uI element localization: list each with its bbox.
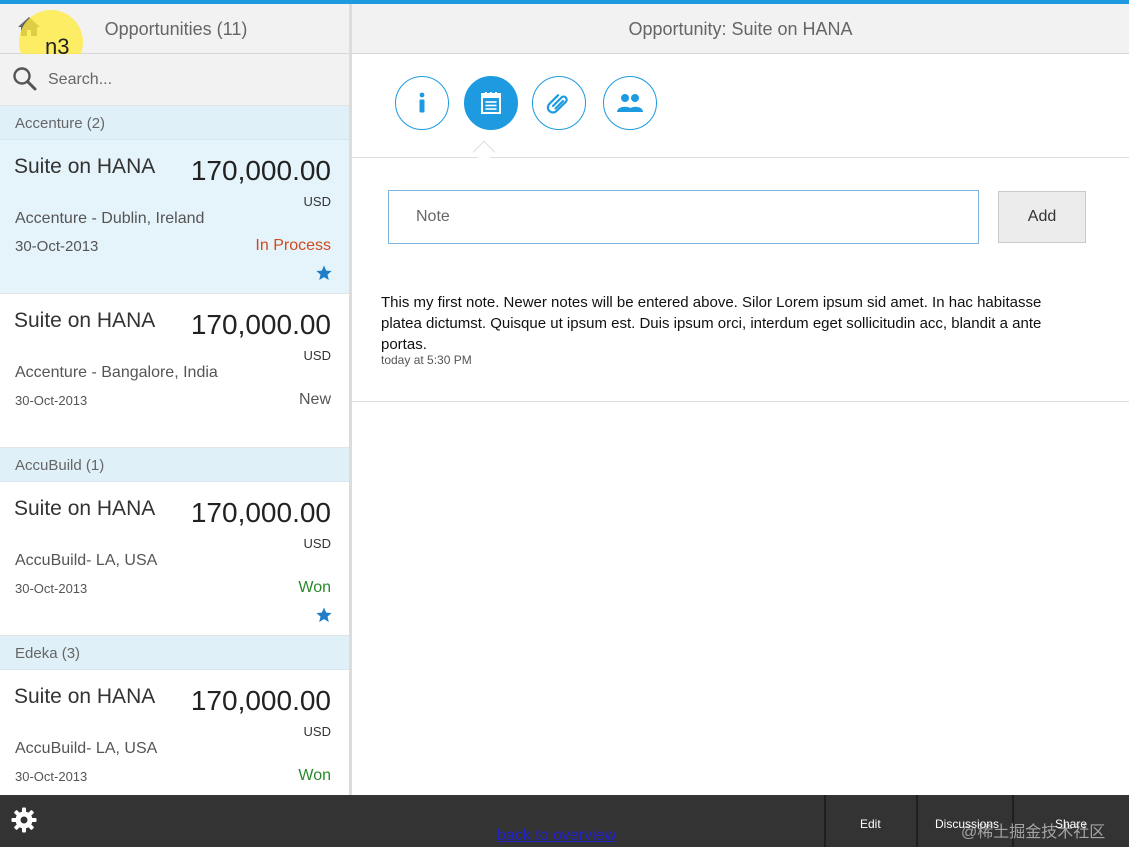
master-title: Opportunities (11)	[104, 19, 248, 39]
list-item[interactable]: Suite on HANA 170,000.00 USD Accenture -…	[0, 140, 349, 294]
item-title: Suite on HANA	[14, 309, 156, 332]
watermark: @稀土掘金技术社区	[961, 824, 1106, 841]
tab-contacts[interactable]	[603, 76, 657, 130]
contacts-icon	[617, 94, 643, 112]
gear-icon[interactable]	[11, 807, 37, 833]
item-title: Suite on HANA	[14, 685, 156, 708]
tab-info[interactable]	[395, 76, 449, 130]
item-title: Suite on HANA	[14, 155, 156, 178]
item-location: Accenture - Dublin, Ireland	[15, 210, 205, 227]
list-item[interactable]: Suite on HANA 170,000.00 USD Accenture -…	[0, 294, 349, 448]
master-header: n3 Opportunities (11)	[0, 4, 349, 74]
list-item[interactable]: Suite on HANA 170,000.00 USD AccuBuild- …	[0, 482, 349, 636]
note-input[interactable]	[388, 190, 979, 244]
item-location: Accenture - Bangalore, India	[15, 364, 218, 381]
master-pane: n3 Opportunities (11) Accenture (2) Suit…	[0, 4, 352, 795]
item-amount: 170,000.00	[190, 309, 331, 340]
edit-button[interactable]: Edit	[860, 817, 881, 831]
footer-toolbar: back to overview Edit Discussions Share …	[0, 795, 1129, 847]
footer-separator	[916, 795, 918, 847]
item-status: New	[298, 391, 331, 408]
item-currency: USD	[303, 194, 331, 209]
add-note-button[interactable]: Add	[998, 191, 1086, 243]
item-title: Suite on HANA	[14, 497, 156, 520]
back-to-overview-link[interactable]: back to overview	[497, 827, 616, 845]
item-date: 30-Oct-2013	[15, 393, 88, 408]
attachment-icon	[546, 94, 568, 114]
icon-tab-bar	[352, 54, 1129, 164]
tab-attachments[interactable]	[532, 76, 586, 130]
group-header-accenture: Accenture (2)	[0, 106, 349, 140]
item-location: AccuBuild- LA, USA	[15, 740, 158, 757]
group-header-edeka: Edeka (3)	[0, 636, 349, 670]
item-date: 30-Oct-2013	[15, 581, 88, 596]
tab-indicator	[472, 140, 496, 164]
note-text: This my first note. Newer notes will be …	[381, 294, 1042, 353]
item-amount: 170,000.00	[190, 155, 331, 186]
item-currency: USD	[303, 536, 331, 551]
footer-separator	[824, 795, 826, 847]
item-currency: USD	[303, 348, 331, 363]
group-header-accubuild: AccuBuild (1)	[0, 448, 349, 482]
detail-title: Opportunity: Suite on HANA	[352, 4, 1129, 54]
tab-notes[interactable]	[464, 76, 518, 130]
item-currency: USD	[303, 724, 331, 739]
item-amount: 170,000.00	[190, 685, 331, 716]
item-status: In Process	[255, 237, 331, 254]
detail-pane: Opportunity: Suite on HANA Note Add This…	[352, 4, 1129, 795]
info-icon	[419, 92, 425, 113]
notes-icon	[481, 92, 501, 114]
item-status: Won	[298, 767, 331, 784]
item-status: Won	[298, 579, 331, 596]
item-date: 30-Oct-2013	[15, 238, 99, 255]
star-icon	[316, 607, 332, 622]
item-amount: 170,000.00	[190, 497, 331, 528]
search-icon[interactable]	[12, 66, 38, 92]
note-timestamp: today at 5:30 PM	[381, 353, 472, 367]
list-item[interactable]: Suite on HANA 170,000.00 USD AccuBuild- …	[0, 670, 349, 795]
star-icon	[316, 265, 332, 280]
search-input[interactable]	[48, 68, 338, 92]
divider	[352, 401, 1129, 402]
search-bar	[0, 54, 349, 106]
item-date: 30-Oct-2013	[15, 769, 88, 784]
item-location: AccuBuild- LA, USA	[15, 552, 158, 569]
